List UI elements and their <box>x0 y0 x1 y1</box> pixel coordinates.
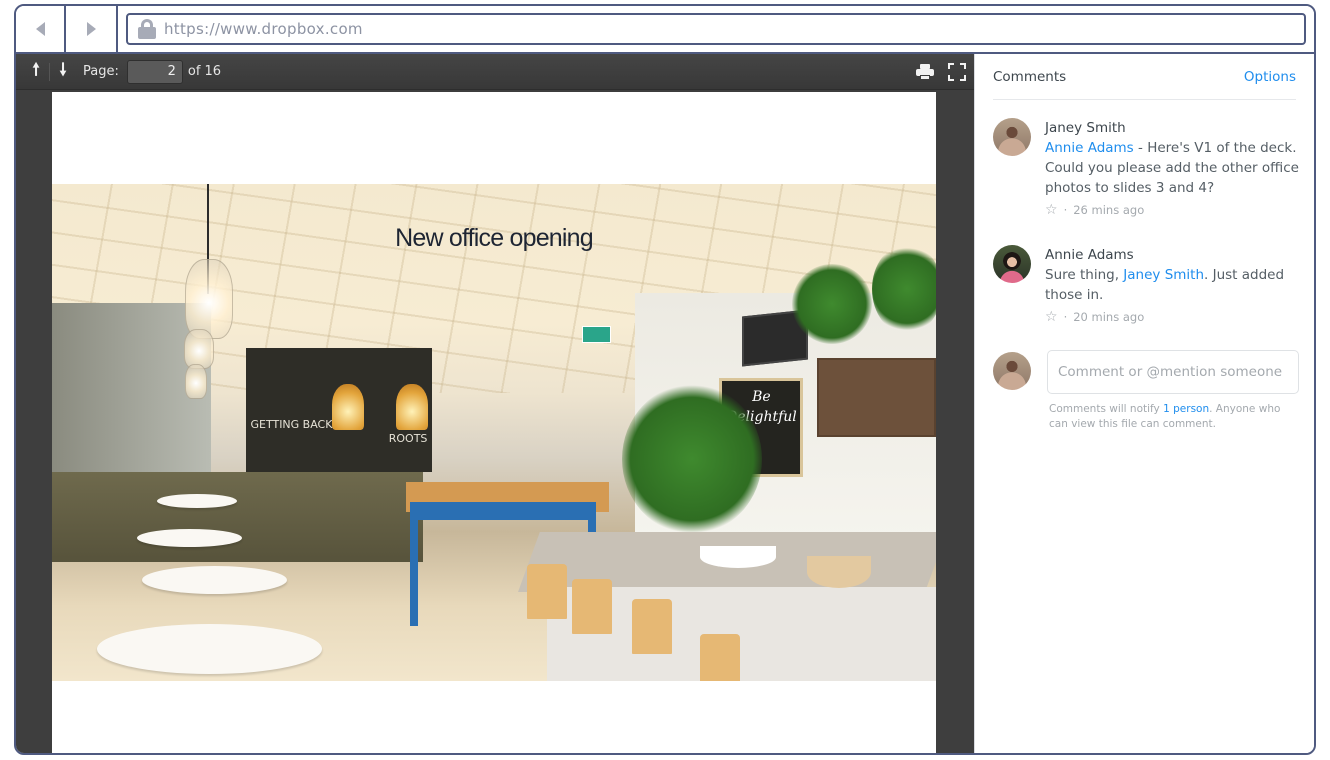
comments-title: Comments <box>993 68 1067 85</box>
comments-header: Comments Options <box>993 54 1296 100</box>
comment-author: Janey Smith <box>1045 120 1126 136</box>
document-viewer: 🠕 🠗 Page: of 16 GETTING BACK T <box>16 54 974 753</box>
current-user-avatar <box>993 352 1031 390</box>
address-bar[interactable]: https://www.dropbox.com <box>126 13 1306 45</box>
arrow-up-icon[interactable]: 🠕 <box>26 60 46 82</box>
slide-photo: GETTING BACK TO OUR ROOTS Be Delightful <box>52 184 936 681</box>
forward-button[interactable] <box>66 6 118 52</box>
print-icon[interactable] <box>916 64 934 80</box>
fullscreen-icon[interactable] <box>948 63 966 81</box>
star-icon[interactable]: ☆ <box>1045 309 1058 325</box>
comment-notify-note: Comments will notify 1 person. Anyone wh… <box>1049 403 1281 430</box>
comment-input[interactable] <box>1047 350 1299 394</box>
avatar[interactable] <box>993 118 1031 156</box>
comment-text: Sure thing, Janey Smith. Just added thos… <box>1045 267 1285 303</box>
url-text[interactable]: https://www.dropbox.com <box>164 20 363 38</box>
mention-link[interactable]: Annie Adams <box>1045 140 1134 156</box>
notify-people-link[interactable]: 1 person <box>1163 403 1209 415</box>
browser-window: https://www.dropbox.com 🠕 🠗 Page: of 16 <box>14 4 1316 755</box>
browser-chrome: https://www.dropbox.com <box>16 6 1314 54</box>
exit-sign <box>582 325 611 344</box>
comment-text: Annie Adams - Here's V1 of the deck. Cou… <box>1045 140 1299 196</box>
avatar[interactable] <box>993 245 1031 283</box>
lock-icon <box>138 19 156 39</box>
mention-link[interactable]: Janey Smith <box>1123 267 1204 283</box>
arrow-down-icon[interactable]: 🠗 <box>53 60 73 82</box>
options-link[interactable]: Options <box>1244 69 1296 85</box>
slide-title: New office opening <box>395 224 594 252</box>
comment-author: Annie Adams <box>1045 247 1134 263</box>
comment-meta: ☆ · 26 mins ago <box>1045 202 1145 218</box>
comment-timestamp: 26 mins ago <box>1073 203 1145 217</box>
comments-panel: Comments Options Janey Smith Annie Adams… <box>974 54 1314 753</box>
back-arrow-icon <box>35 22 45 36</box>
forward-arrow-icon <box>86 22 96 36</box>
viewer-toolbar: 🠕 🠗 Page: of 16 <box>16 54 974 90</box>
star-icon[interactable]: ☆ <box>1045 202 1058 218</box>
page-label: Page: <box>83 64 119 79</box>
total-pages: of 16 <box>187 64 222 79</box>
document-page: GETTING BACK TO OUR ROOTS Be Delightful <box>52 92 936 753</box>
toolbar-divider <box>49 62 50 81</box>
page-number-input[interactable] <box>126 59 183 84</box>
back-button[interactable] <box>16 6 66 52</box>
comment-meta: ☆ · 20 mins ago <box>1045 309 1145 325</box>
comment-timestamp: 20 mins ago <box>1073 310 1145 324</box>
